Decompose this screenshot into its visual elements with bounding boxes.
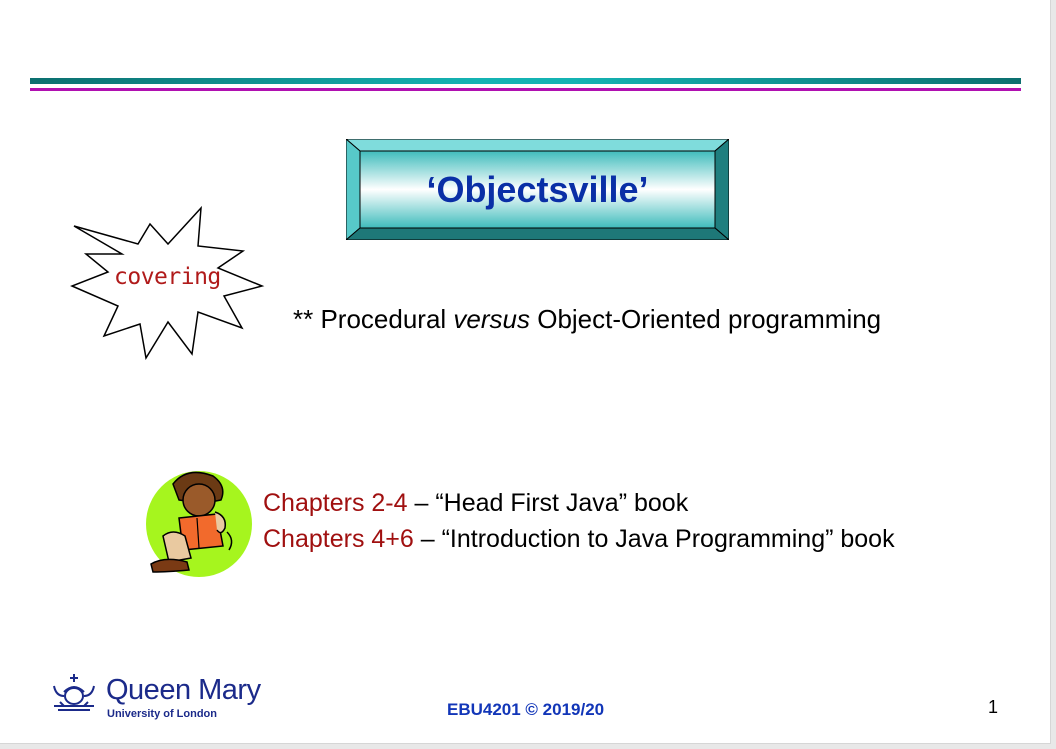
reference-text: – “Head First Java” book <box>407 489 689 517</box>
bullet-suffix: Object-Oriented programming <box>530 304 882 334</box>
reference-chapters: Chapters 4+6 <box>263 525 414 553</box>
bullet-emphasis: versus <box>453 304 530 334</box>
header-rule-teal <box>30 78 1021 84</box>
covering-burst: covering <box>68 206 266 360</box>
logo-name: Queen Mary <box>106 674 261 706</box>
reference-text: – “Introduction to Java Programming” boo… <box>413 525 895 553</box>
reference-line: Chapters 2-4 – “Head First Java” book <box>263 485 895 521</box>
title-box: ‘Objectsville’ <box>346 139 729 240</box>
page-number: 1 <box>988 697 999 717</box>
slide-title: ‘Objectsville’ <box>426 168 649 210</box>
reading-person-icon <box>146 471 252 577</box>
reference-chapters: Chapters 2-4 <box>263 489 408 517</box>
header-rule-magenta <box>30 88 1021 91</box>
slide: ‘Objectsville’ covering ** Procedural ve… <box>0 0 1051 744</box>
reference-line: Chapters 4+6 – “Introduction to Java Pro… <box>263 521 895 557</box>
qmul-logo: Queen Mary University of London <box>50 672 261 728</box>
logo-subtitle: University of London <box>107 708 217 720</box>
footer-course: EBU4201 © 2019/20 <box>447 700 605 719</box>
crown-crest-icon <box>53 674 95 711</box>
bullet-prefix: ** Procedural <box>293 304 454 334</box>
reading-kid-clipart <box>143 466 253 578</box>
covering-label: covering <box>114 264 221 290</box>
topic-bullet: ** Procedural versus Object-Oriented pro… <box>293 304 881 335</box>
references: Chapters 2-4 – “Head First Java” book Ch… <box>263 485 895 557</box>
